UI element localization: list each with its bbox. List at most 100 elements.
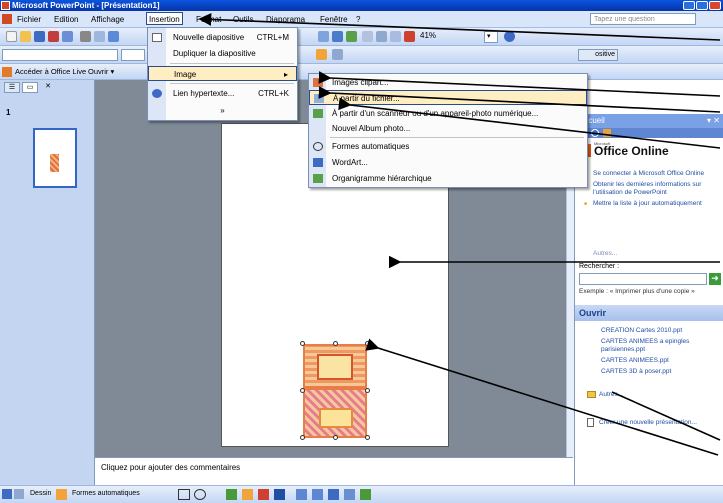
slide-design-button[interactable]: ositive (578, 49, 618, 61)
font-color-icon[interactable] (274, 489, 285, 500)
arrow-style-icon[interactable] (328, 489, 339, 500)
new-slide-icon[interactable] (332, 49, 343, 60)
submenu-item-autoshapes[interactable]: Formes automatiques (309, 139, 587, 154)
link-latest-info[interactable]: Obtenir les dernières informations sur l… (579, 181, 720, 197)
menu-outils[interactable]: Outils (233, 13, 253, 26)
rectangle-icon[interactable] (178, 489, 190, 500)
zoom-value[interactable]: 41% (420, 31, 436, 40)
dessin-menu[interactable]: Dessin (30, 490, 51, 497)
oval-icon[interactable] (194, 489, 206, 500)
menu-affichage[interactable]: Affichage (91, 13, 124, 26)
menu-insertion[interactable]: Insertion (146, 12, 183, 25)
clipart-icon (313, 78, 323, 87)
submenu-item-scanner[interactable]: À partir d'un scanneur ou d'un appareil-… (309, 106, 587, 121)
view-normal-icon[interactable] (2, 489, 12, 499)
resize-handle[interactable] (365, 341, 370, 346)
preview-icon[interactable] (94, 31, 105, 42)
design-icon[interactable] (316, 49, 327, 60)
show-format-icon[interactable] (376, 31, 387, 42)
recent-file[interactable]: CARTES ANIMEES.ppt (601, 357, 721, 365)
new-icon[interactable] (6, 31, 17, 42)
recent-file[interactable]: CARTES 3D à poser.ppt (601, 368, 721, 376)
font-size-dropdown[interactable] (121, 49, 145, 61)
permission-icon[interactable] (48, 31, 59, 42)
menu-fenetre[interactable]: Fenêtre (320, 13, 348, 26)
submenu-item-wordart[interactable]: WordArt... (309, 155, 587, 170)
expand-all-icon[interactable] (362, 31, 373, 42)
email-icon[interactable] (62, 31, 73, 42)
search-input[interactable] (579, 273, 707, 285)
recent-file[interactable]: CREATION Cartes 2010.ppt (601, 327, 721, 335)
zoom-dropdown[interactable]: ▾ (484, 31, 498, 43)
clipart-icon[interactable] (226, 489, 237, 500)
forward-icon[interactable] (591, 129, 599, 137)
maximize-icon[interactable] (696, 1, 708, 10)
slide-thumbnail[interactable] (33, 128, 77, 188)
ask-question-input[interactable]: Tapez une question (590, 13, 696, 25)
menu-diaporama[interactable]: Diaporama (266, 13, 305, 26)
tab-slides[interactable]: ▭ (22, 82, 38, 93)
menu-expand-chevron-icon[interactable]: » (148, 103, 297, 118)
link-connect[interactable]: Se connecter à Microsoft Office Online (579, 170, 720, 178)
powerpoint-app-icon[interactable] (1, 1, 10, 10)
fill-color-icon[interactable] (242, 489, 253, 500)
resize-handle[interactable] (333, 341, 338, 346)
color-grayscale-icon[interactable] (404, 31, 415, 42)
inserted-picture[interactable] (300, 341, 370, 440)
search-go-icon[interactable]: ➜ (709, 273, 721, 285)
recent-file[interactable]: CARTES ANIMEES a epingles parisiennes.pp… (601, 338, 721, 354)
insert-picture-icon[interactable] (346, 31, 357, 42)
menu-fichier[interactable]: Fichier (17, 13, 41, 26)
resize-handle[interactable] (300, 435, 305, 440)
resize-handle[interactable] (300, 341, 305, 346)
view-sorter-icon[interactable] (14, 489, 24, 499)
help-icon[interactable] (504, 31, 515, 42)
more-files-link[interactable]: Autres... (599, 391, 623, 398)
tab-outline[interactable]: ☰ (4, 82, 20, 93)
more-links[interactable]: Autres... (593, 250, 617, 257)
office-online-logo[interactable]: Microsoft Office Online (578, 141, 721, 161)
open-icon[interactable] (20, 31, 31, 42)
ouvrir-button[interactable]: Ouvrir ▾ (88, 66, 114, 78)
minimize-icon[interactable] (683, 1, 695, 10)
3d-icon[interactable] (360, 489, 371, 500)
office-live-button[interactable]: Accéder à Office Live (2, 66, 86, 78)
grid-icon[interactable] (390, 31, 401, 42)
resize-handle[interactable] (300, 388, 305, 393)
menu-item-hyperlink[interactable]: Lien hypertexte... CTRL+K (148, 86, 297, 101)
submenu-item-org-chart[interactable]: Organigramme hiérarchique (309, 171, 587, 186)
line-color-icon[interactable] (258, 489, 269, 500)
menu-edition[interactable]: Edition (54, 13, 78, 26)
notes-pane[interactable]: Cliquez pour ajouter des commentaires (95, 457, 573, 485)
home-icon[interactable] (603, 129, 611, 137)
close-icon[interactable] (709, 1, 721, 10)
submenu-item-clipart[interactable]: Images clipart... (309, 75, 587, 90)
create-presentation-link[interactable]: Créer une nouvelle présentation... (599, 419, 697, 426)
insertion-menu: Nouvelle diapositive CTRL+M Dupliquer la… (147, 27, 298, 121)
resize-handle[interactable] (365, 388, 370, 393)
close-pane-icon[interactable]: ✕ (40, 82, 56, 93)
menu-format[interactable]: Format (196, 13, 221, 26)
select-objects-icon[interactable] (56, 489, 67, 500)
autoshapes-menu[interactable]: Formes automatiques (72, 490, 140, 497)
menu-help[interactable]: ? (356, 13, 360, 26)
table-icon[interactable] (318, 31, 329, 42)
spelling-icon[interactable] (108, 31, 119, 42)
menu-item-new-slide[interactable]: Nouvelle diapositive CTRL+M (148, 30, 297, 45)
font-dropdown[interactable] (2, 49, 118, 61)
shadow-icon[interactable] (344, 489, 355, 500)
dash-style-icon[interactable] (312, 489, 323, 500)
submenu-item-photo-album[interactable]: Nouvel Album photo... (309, 121, 587, 136)
line-style-icon[interactable] (296, 489, 307, 500)
menu-item-duplicate-slide[interactable]: Dupliquer la diapositive (148, 46, 297, 61)
save-icon[interactable] (34, 31, 45, 42)
task-pane-menu-icon[interactable]: ▾ ✕ (707, 114, 720, 128)
link-update-list[interactable]: Mettre la liste à jour automatiquement (579, 200, 720, 208)
print-icon[interactable] (80, 31, 91, 42)
chart-icon[interactable] (332, 31, 343, 42)
resize-handle[interactable] (333, 435, 338, 440)
menu-item-image[interactable]: Image ▸ (148, 66, 297, 81)
doc-icon[interactable] (2, 14, 12, 24)
resize-handle[interactable] (365, 435, 370, 440)
submenu-item-from-file[interactable]: À partir du fichier... (309, 90, 587, 105)
